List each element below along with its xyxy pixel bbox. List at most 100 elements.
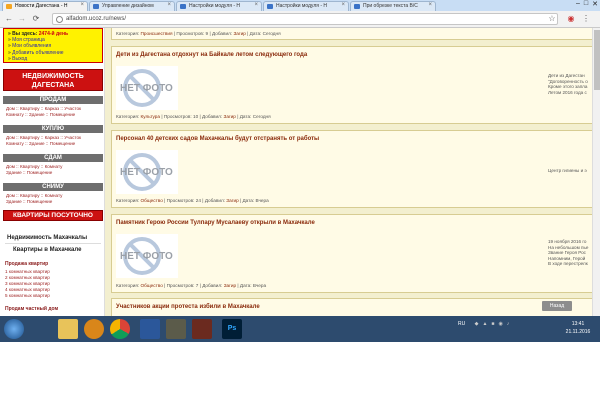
maximize-button[interactable]: □ — [584, 0, 588, 10]
category-link[interactable]: Происшествия — [141, 31, 173, 36]
tab-close-icon[interactable]: × — [167, 2, 171, 8]
makhachkala-realty-title[interactable]: Недвижимость Махачкалы — [7, 235, 87, 241]
news-card: Дети из Дагестана отдохнут на Байкале ле… — [111, 46, 593, 124]
news-title-link[interactable]: Дети из Дагестана отдохнут на Байкале ле… — [116, 52, 307, 58]
category-link[interactable]: Общество — [141, 198, 163, 203]
scrollbar-thumb[interactable] — [594, 30, 600, 90]
chrome-menu-button[interactable]: ⋮ — [581, 14, 591, 24]
my-ads-link[interactable]: Мои объявления — [12, 43, 51, 49]
tab-close-icon[interactable]: × — [254, 2, 258, 8]
ucoz-favicon-icon — [267, 4, 273, 9]
page-scrollbar[interactable] — [592, 28, 600, 316]
media-player-icon[interactable] — [84, 319, 104, 339]
news-meta: Категория: Происшествия | Просмотров: 9 … — [116, 31, 281, 36]
section-sell-links: Дом :: Квартиру :: Карказ :: Участок Ком… — [6, 106, 82, 117]
browser-tab-5[interactable]: При обрезке текста В/С × — [350, 1, 436, 11]
author-link[interactable]: Загир — [233, 31, 245, 36]
svg-text:НЕТ ФОТО: НЕТ ФОТО — [120, 83, 173, 94]
tanks-game-icon[interactable] — [166, 319, 186, 339]
no-photo-icon: НЕТ ФОТО — [120, 69, 173, 107]
section-rent-header: СДАМ — [3, 154, 103, 162]
tab-close-icon[interactable]: × — [80, 2, 84, 8]
window-controls: – □ ✕ — [576, 0, 598, 10]
news-card: Памятник Герою России Тулпару Мусалаеву … — [111, 214, 593, 293]
wot-icon[interactable] — [192, 319, 212, 339]
svg-text:НЕТ ФОТО: НЕТ ФОТО — [120, 167, 173, 178]
author-link[interactable]: Загир — [224, 283, 236, 288]
news-title-link[interactable]: Участников акции протеста избили в Махач… — [116, 304, 260, 310]
reload-button[interactable]: ⟳ — [31, 14, 41, 24]
news-card: Участников акции протеста избили в Махач… — [111, 298, 593, 316]
no-photo-icon: НЕТ ФОТО — [120, 237, 173, 275]
no-photo-image[interactable]: НЕТ ФОТО — [116, 150, 178, 194]
realty-header[interactable]: НЕДВИЖИМОСТЬ ДАГЕСТАНА — [3, 69, 103, 91]
my-page-link[interactable]: Моя страница — [12, 37, 45, 43]
category-link[interactable]: Культура — [141, 114, 161, 119]
no-photo-image[interactable]: НЕТ ФОТО — [116, 66, 178, 110]
news-title-link[interactable]: Памятник Герою России Тулпару Мусалаеву … — [116, 220, 315, 226]
news-feed: Категория: Происшествия | Просмотров: 9 … — [105, 28, 600, 316]
windows-taskbar: Ps RU ◆▲■◉♪ 13:41 21.11.2016 — [0, 316, 600, 342]
svg-text:НЕТ ФОТО: НЕТ ФОТО — [120, 251, 173, 262]
taskbar-clock[interactable]: 13:41 21.11.2016 — [560, 320, 596, 336]
address-bar[interactable]: alfadom.ucoz.ru/news/ — [52, 13, 558, 25]
back-to-top-button[interactable]: Назад — [542, 301, 572, 311]
browser-tab-2[interactable]: Управление дизайном × — [89, 1, 175, 11]
tab-close-icon[interactable]: × — [341, 2, 345, 8]
minimize-button[interactable]: – — [576, 0, 580, 10]
back-button[interactable]: ← — [4, 14, 14, 24]
author-link[interactable]: Загир — [226, 198, 238, 203]
news-excerpt: Дети из Дагестан "Договоренность о Кроме… — [548, 73, 588, 95]
houses-title: Продам частный дом — [5, 306, 59, 312]
start-button[interactable] — [4, 319, 24, 339]
tab-title: Настройки модуля - Н — [189, 3, 241, 9]
category-link[interactable]: Общество — [141, 283, 163, 288]
news-meta: Категория: Общество | Просмотров: 24 | Д… — [116, 198, 269, 203]
browser-tab-3[interactable]: Настройки модуля - Н × — [176, 1, 262, 11]
sale-list: 1 комнатных квартир 2 комнатных квартир … — [5, 269, 101, 299]
section-lease-links: Дом :: Квартиру :: Комнату Здание :: Пом… — [6, 193, 63, 204]
explorer-icon[interactable] — [58, 319, 78, 339]
no-photo-image[interactable]: НЕТ ФОТО — [116, 234, 178, 278]
author-link[interactable]: Загир — [224, 114, 236, 119]
tab-title: Управление дизайном — [102, 3, 154, 9]
sale-title: Продажа квартир — [5, 261, 49, 267]
tab-title: Настройки модуля - Н — [276, 3, 328, 9]
news-meta: Категория: Общество | Просмотров: 7 | До… — [116, 283, 267, 288]
forward-button[interactable]: → — [17, 14, 27, 24]
browser-tab-4[interactable]: Настройки модуля - Н × — [263, 1, 349, 11]
browser-tab-1[interactable]: Новости Дагестана - Н × — [2, 1, 88, 11]
ucoz-favicon-icon — [93, 4, 99, 9]
ucoz-favicon-icon — [354, 4, 360, 9]
tray-icons[interactable]: ◆▲■◉♪ — [475, 321, 514, 327]
browser-tab-bar: Новости Дагестана - Н × Управление дизай… — [0, 0, 600, 11]
url-text: alfadom.ucoz.ru/news/ — [66, 16, 127, 22]
news-excerpt: Центр гигиены и э — [548, 168, 587, 173]
tab-title: Новости Дагестана - Н — [15, 3, 68, 9]
page-info-icon[interactable] — [56, 16, 63, 23]
tab-close-icon[interactable]: × — [428, 2, 432, 8]
bookmark-star-icon[interactable]: ☆ — [547, 14, 557, 24]
daily-apartments-button[interactable]: КВАРТИРЫ ПОСУТОЧНО — [3, 210, 103, 221]
word-icon[interactable] — [140, 319, 160, 339]
browser-toolbar: ← → ⟳ alfadom.ucoz.ru/news/ ☆ ◉ ⋮ — [0, 11, 600, 28]
days-count: 2474-й день — [38, 31, 69, 37]
extension-icon[interactable]: ◉ — [566, 14, 576, 24]
site-sidebar: » Вы здесь: 2474-й день » Моя страница »… — [0, 28, 105, 316]
news-meta: Категория: Культура | Просмотров: 10 | Д… — [116, 114, 271, 119]
news-title-link[interactable]: Персонал 40 детских садов Махачкалы буду… — [116, 136, 319, 142]
news-card-previous: Категория: Происшествия | Просмотров: 9 … — [111, 28, 593, 40]
section-rent-links: Дом :: Квартиру :: Комнату Здание :: Пом… — [6, 164, 63, 175]
photoshop-icon[interactable]: Ps — [222, 319, 242, 339]
chrome-icon[interactable] — [110, 319, 130, 339]
sidebar-divider — [5, 243, 101, 244]
sale-item[interactable]: 5 комнатных квартир — [5, 293, 101, 299]
language-indicator[interactable]: RU — [458, 321, 465, 327]
clock-date: 21.11.2016 — [565, 329, 591, 335]
logout-link[interactable]: Выход — [12, 56, 27, 62]
apartments-title[interactable]: Квартиры в Махачкале — [13, 247, 81, 253]
section-sell-header: ПРОДАМ — [3, 96, 103, 104]
add-ad-link[interactable]: Добавить объявление — [12, 50, 63, 56]
user-panel: » Вы здесь: 2474-й день » Моя страница »… — [3, 28, 103, 63]
close-window-button[interactable]: ✕ — [592, 0, 598, 10]
